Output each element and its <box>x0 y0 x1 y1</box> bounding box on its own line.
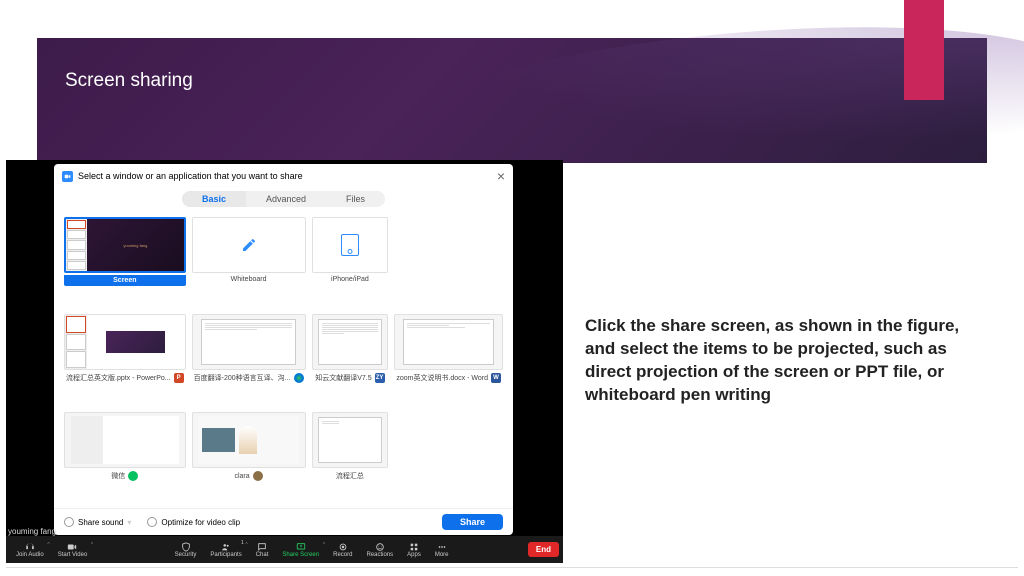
participants-button[interactable]: 1 ^ Participants <box>204 540 247 560</box>
zoom-window: Select a window or an application that y… <box>6 160 563 563</box>
chat-button[interactable]: Chat <box>250 540 275 560</box>
app-thumbnail <box>64 412 186 468</box>
app-thumbnail <box>192 412 306 468</box>
share-button[interactable]: Share <box>442 514 503 530</box>
share-sound-label: Share sound <box>78 518 123 527</box>
share-screen-button[interactable]: ^ Share Screen <box>276 540 325 560</box>
dialog-footer: Share sound ▾ Optimize for video clip Sh… <box>54 508 513 535</box>
chat-icon <box>256 542 268 552</box>
shield-icon <box>180 542 192 552</box>
edge-icon <box>294 373 304 383</box>
share-item-label: 知云文献翻译V7.5 ZY <box>312 372 389 384</box>
accent-tab <box>904 0 944 100</box>
optimize-checkbox[interactable] <box>147 517 157 527</box>
slide-title: Screen sharing <box>65 70 193 92</box>
participants-icon <box>220 542 232 552</box>
share-item-browser[interactable]: 百度翻译-200种语言互译、沟... <box>192 314 306 406</box>
share-screen-dialog: Select a window or an application that y… <box>54 164 513 535</box>
share-item-ipad[interactable]: iPhone/iPad <box>312 217 389 308</box>
start-video-button[interactable]: ^ Start Video <box>52 540 94 560</box>
more-button[interactable]: More <box>429 540 455 560</box>
share-item-label: 微信 <box>64 470 186 482</box>
video-icon <box>66 542 78 552</box>
tab-basic[interactable]: Basic <box>182 191 246 207</box>
record-icon <box>337 542 349 552</box>
share-screen-icon <box>295 542 307 552</box>
user-name-tag: youming fang <box>8 527 56 536</box>
tab-advanced[interactable]: Advanced <box>246 191 326 207</box>
caret-up-icon[interactable]: ^ <box>245 542 247 548</box>
share-item-wechat[interactable]: 微信 <box>64 412 186 504</box>
share-item-label: 流程汇总英文版.pptx - PowerPo... P <box>64 372 186 384</box>
screen-thumbnail: youming fang <box>64 217 186 273</box>
zoom-logo-icon <box>62 171 73 182</box>
ipad-thumbnail <box>312 217 389 273</box>
wechat-icon <box>128 471 138 481</box>
caret-up-icon[interactable]: ^ <box>323 542 325 548</box>
pencil-icon <box>241 237 257 253</box>
share-item-screen[interactable]: youming fang Screen <box>64 217 186 308</box>
share-item-whiteboard[interactable]: Whiteboard <box>192 217 306 308</box>
share-item-word[interactable]: zoom英文说明书.docx - Word W <box>394 314 503 406</box>
instruction-text: Click the share screen, as shown in the … <box>585 315 975 407</box>
powerpoint-icon: P <box>174 373 184 383</box>
word-icon: W <box>491 373 501 383</box>
dialog-header: Select a window or an application that y… <box>54 164 513 188</box>
dialog-tabs: Basic Advanced Files <box>54 188 513 213</box>
end-button[interactable]: End <box>528 542 559 557</box>
join-audio-button[interactable]: ^ Join Audio <box>10 540 50 560</box>
caret-up-icon[interactable]: ^ <box>91 542 93 548</box>
share-item-label: 百度翻译-200种语言互译、沟... <box>192 372 306 384</box>
zhiyun-icon: ZY <box>375 373 385 383</box>
reactions-icon <box>374 542 386 552</box>
reactions-button[interactable]: Reactions <box>360 540 399 560</box>
share-sound-checkbox[interactable] <box>64 517 74 527</box>
ipad-icon <box>341 234 359 256</box>
more-icon <box>436 542 448 552</box>
share-item-clara[interactable]: clara <box>192 412 306 504</box>
optimize-label: Optimize for video clip <box>161 518 240 527</box>
share-grid: youming fang Screen Whiteboard iPhone/iP… <box>54 213 513 508</box>
apps-icon <box>408 542 420 552</box>
app-thumbnail <box>312 412 389 468</box>
zoom-toolbar: ^ Join Audio ^ Start Video Security 1 ^ … <box>6 536 563 563</box>
share-item-powerpoint[interactable]: 流程汇总英文版.pptx - PowerPo... P <box>64 314 186 406</box>
slide-header <box>37 38 987 163</box>
share-item-label: Screen <box>64 275 186 286</box>
participants-count: 1 <box>241 540 244 546</box>
dialog-title: Select a window or an application that y… <box>78 171 303 181</box>
record-button[interactable]: Record <box>327 540 358 560</box>
app-thumbnail <box>192 314 306 370</box>
headphones-icon <box>24 542 36 552</box>
avatar-icon <box>253 471 263 481</box>
app-thumbnail <box>64 314 186 370</box>
caret-up-icon[interactable]: ^ <box>47 542 49 548</box>
app-thumbnail <box>312 314 389 370</box>
security-button[interactable]: Security <box>169 540 203 560</box>
apps-button[interactable]: Apps <box>401 540 427 560</box>
share-item-label: Whiteboard <box>192 275 306 284</box>
close-icon[interactable]: × <box>497 168 505 184</box>
whiteboard-thumbnail <box>192 217 306 273</box>
share-item-label: clara <box>192 470 306 482</box>
share-item-zhiyun[interactable]: 知云文献翻译V7.5 ZY <box>312 314 389 406</box>
share-item-process[interactable]: 流程汇总 <box>312 412 389 504</box>
share-item-label: zoom英文说明书.docx - Word W <box>394 372 503 384</box>
tab-files[interactable]: Files <box>326 191 385 207</box>
divider <box>6 567 1018 568</box>
share-item-label: 流程汇总 <box>312 470 389 482</box>
share-item-label: iPhone/iPad <box>312 275 389 284</box>
app-thumbnail <box>394 314 503 370</box>
